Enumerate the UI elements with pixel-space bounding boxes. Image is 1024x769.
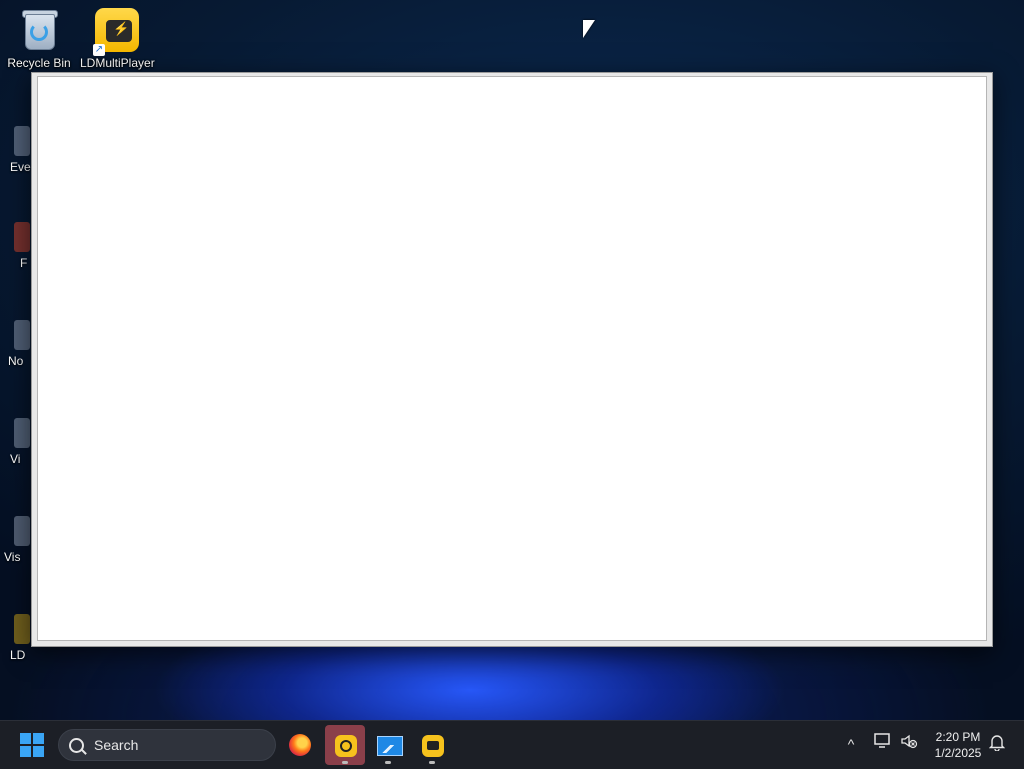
search-label: Search (94, 737, 139, 753)
desktop-icon-partial[interactable]: Eve (0, 126, 32, 186)
app-icon (14, 418, 30, 448)
running-indicator (429, 761, 435, 764)
notifications-bell-icon[interactable] (986, 733, 1008, 755)
desktop-icon-partial[interactable]: Vi (0, 418, 32, 478)
app-icon (14, 222, 30, 252)
desktop-icon-ldmultiplayer[interactable]: ⚡ ↗ LDMultiPlayer (80, 8, 155, 70)
desktop-icon-label: F (20, 256, 28, 270)
search-icon (69, 738, 84, 753)
desktop-icon-label: No (8, 354, 24, 368)
taskbar-search[interactable]: Search (58, 729, 276, 761)
recycle-bin-icon (17, 8, 61, 52)
ldplayer-icon (335, 735, 357, 757)
running-indicator (385, 761, 391, 764)
app-icon (14, 126, 30, 156)
clock-time: 2:20 PM (935, 730, 981, 744)
ldmultiplayer-icon (422, 735, 444, 757)
taskbar-app-firefox[interactable] (280, 725, 320, 765)
taskbar-app-chart[interactable] (368, 725, 408, 765)
app-icon (14, 320, 30, 350)
desktop-icon-label: Vis (4, 550, 21, 564)
window-content-area[interactable] (37, 76, 987, 641)
desktop-icon-partial[interactable]: LD (0, 614, 32, 674)
desktop-icon-label: Recycle Bin (7, 56, 71, 70)
taskbar: Search ^ 2:20 PM 1/2/2025 (0, 720, 1024, 769)
clock-date: 1/2/2025 (934, 746, 982, 760)
volume-muted-icon[interactable] (898, 733, 920, 755)
app-icon (14, 516, 30, 546)
desktop-icon-recycle-bin[interactable]: Recycle Bin (2, 8, 76, 70)
network-icon[interactable] (872, 733, 894, 755)
chevron-up-icon: ^ (847, 736, 855, 752)
desktop-icon-partial[interactable]: F (0, 222, 32, 282)
show-hidden-icons-button[interactable]: ^ (840, 733, 862, 755)
taskbar-app-ldmultiplayer[interactable] (412, 725, 452, 765)
firefox-icon (289, 734, 311, 756)
taskbar-clock[interactable]: 2:20 PM 1/2/2025 (925, 729, 991, 761)
mouse-cursor-icon (583, 20, 595, 38)
chart-app-icon (377, 736, 403, 756)
desktop-icon-label: LD (10, 648, 26, 662)
running-indicator (342, 761, 348, 764)
desktop-icon-partial[interactable]: Vis (0, 516, 32, 576)
ldmultiplayer-icon: ⚡ ↗ (93, 8, 139, 56)
start-button[interactable] (20, 733, 44, 757)
desktop-icon-label: Vi (10, 452, 21, 466)
app-icon (14, 614, 30, 644)
desktop-icon-label: LDMultiPlayer (80, 56, 155, 70)
desktop-icon-partial[interactable]: No (0, 320, 32, 380)
desktop-icon-label: Eve (10, 160, 31, 174)
taskbar-app-ldplayer[interactable] (325, 725, 365, 765)
app-window[interactable] (31, 72, 993, 647)
shortcut-arrow-icon: ↗ (93, 44, 105, 56)
